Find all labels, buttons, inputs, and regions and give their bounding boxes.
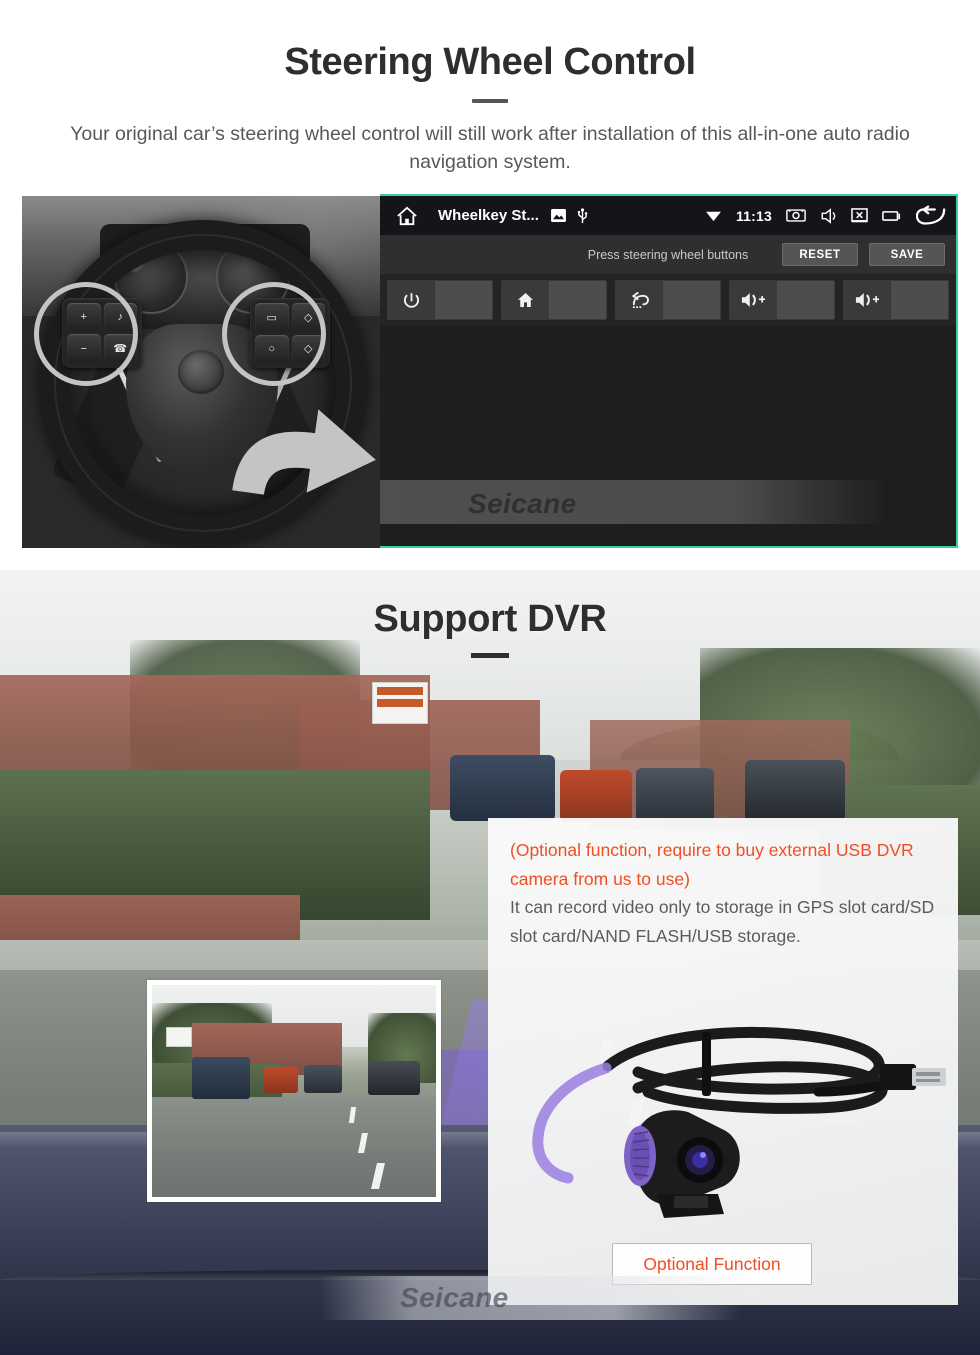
parked-red-car bbox=[560, 770, 632, 822]
status-clock: 11:13 bbox=[735, 207, 772, 224]
moving-car bbox=[636, 768, 714, 822]
keyslot-volume-up-2[interactable] bbox=[843, 280, 949, 320]
page-root: Steering Wheel Control Your original car… bbox=[0, 0, 980, 1355]
reset-button[interactable]: RESET bbox=[782, 243, 858, 266]
parked-suv bbox=[450, 755, 555, 821]
recent-apps-icon[interactable] bbox=[882, 209, 902, 222]
android-status-bar: Wheelkey St... 11:13 bbox=[380, 196, 956, 235]
inset-car bbox=[368, 1061, 420, 1095]
keyslot-volume-up-1[interactable] bbox=[729, 280, 835, 320]
screenshot-icon[interactable] bbox=[786, 208, 806, 223]
keyslot-value bbox=[434, 281, 492, 319]
seicane-watermark: Seicane bbox=[468, 488, 577, 519]
steering-wheel-photo: + ♪ − ☎ ▭ ◇ ○ ◇ bbox=[22, 196, 380, 548]
highlight-circle-right bbox=[222, 282, 326, 386]
home-icon[interactable] bbox=[390, 206, 424, 226]
wheelkey-toolbar: Press steering wheel buttons RESET SAVE bbox=[380, 235, 956, 274]
dvr-info-panel: (Optional function, require to buy exter… bbox=[488, 818, 958, 1305]
inset-car bbox=[192, 1057, 250, 1099]
seicane-watermark-bottom: Seicane bbox=[400, 1282, 509, 1313]
keyslot-value bbox=[776, 281, 834, 319]
keyslot-home[interactable] bbox=[501, 280, 607, 320]
wifi-icon bbox=[705, 209, 722, 222]
app-title: Wheelkey St... bbox=[438, 207, 539, 224]
dashcam-inset-image bbox=[147, 980, 441, 1202]
head-unit-screenshot: Wheelkey St... 11:13 Press steering whee… bbox=[380, 194, 958, 548]
power-icon bbox=[388, 281, 435, 319]
inset-road bbox=[152, 1097, 436, 1197]
keyslot-value bbox=[548, 281, 606, 319]
volume-up-icon bbox=[844, 281, 891, 319]
for-sale-sign bbox=[372, 682, 428, 724]
wheelkey-assign-row bbox=[380, 274, 956, 326]
watermark-band bbox=[380, 480, 956, 524]
title-divider bbox=[472, 99, 508, 103]
mute-speaker-icon[interactable] bbox=[820, 207, 837, 224]
section-subtitle: Your original car’s steering wheel contr… bbox=[70, 123, 910, 173]
title-divider bbox=[471, 653, 509, 658]
dvr-optional-note: (Optional function, require to buy exter… bbox=[510, 840, 914, 889]
keyslot-value bbox=[890, 281, 948, 319]
keyslot-power[interactable] bbox=[387, 280, 493, 320]
airbag-emblem bbox=[178, 350, 224, 394]
image-icon bbox=[550, 209, 566, 222]
watermark-band-bottom bbox=[320, 1276, 740, 1320]
keyslot-value bbox=[662, 281, 720, 319]
back-icon bbox=[616, 281, 663, 319]
oncoming-car bbox=[745, 760, 845, 822]
home-icon bbox=[502, 281, 549, 319]
yellow-arrow-icon bbox=[230, 396, 380, 506]
page-title: Steering Wheel Control bbox=[284, 41, 696, 83]
usb-dvr-camera-image bbox=[488, 988, 958, 1238]
save-button[interactable]: SAVE bbox=[869, 243, 945, 266]
dvr-storage-note: It can record video only to storage in G… bbox=[510, 897, 935, 946]
inset-car bbox=[304, 1065, 342, 1093]
steering-wheel-control-section: Steering Wheel Control Your original car… bbox=[0, 0, 980, 570]
highlight-circle-left bbox=[34, 282, 138, 386]
inset-sign bbox=[166, 1027, 192, 1047]
volume-up-icon bbox=[730, 281, 777, 319]
back-arrow-icon[interactable] bbox=[916, 205, 946, 227]
inset-car bbox=[264, 1067, 298, 1093]
screen-off-icon[interactable] bbox=[851, 207, 868, 224]
keyslot-back[interactable] bbox=[615, 280, 721, 320]
section-title: Support DVR bbox=[373, 598, 607, 640]
usb-icon bbox=[577, 207, 588, 224]
